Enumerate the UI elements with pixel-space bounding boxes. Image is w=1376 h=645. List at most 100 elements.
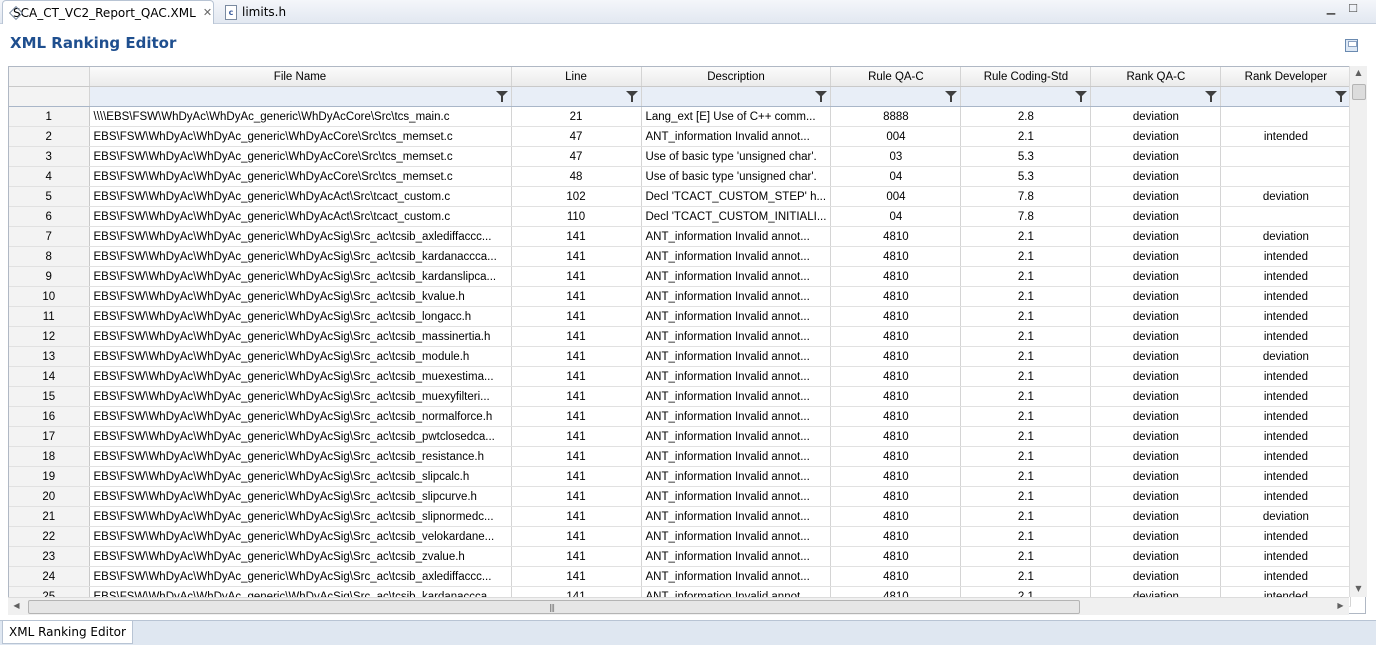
table-cell[interactable]: ANT_information Invalid annot... [641, 346, 832, 367]
table-cell[interactable]: 110 [511, 206, 642, 227]
table-cell[interactable]: 141 [511, 486, 642, 507]
table-cell[interactable]: 141 [511, 306, 642, 327]
table-cell[interactable]: 2.1 [960, 566, 1092, 587]
table-cell[interactable]: ANT_information Invalid annot... [641, 286, 832, 307]
scroll-left-icon[interactable]: ◀ [8, 601, 25, 610]
table-cell[interactable]: ANT_information Invalid annot... [641, 266, 832, 287]
table-cell[interactable]: 4810 [830, 326, 962, 347]
table-cell[interactable]: EBS\FSW\WhDyAc\WhDyAc_generic\WhDyAcSig\… [89, 246, 512, 267]
tab-xml-ranking-editor[interactable]: XML Ranking Editor [2, 621, 133, 644]
table-cell[interactable]: 5.3 [960, 146, 1092, 167]
table-cell[interactable]: 4810 [830, 446, 962, 467]
table-cell[interactable]: 2.1 [960, 366, 1092, 387]
table-cell[interactable]: 2.1 [960, 266, 1092, 287]
table-cell[interactable]: ANT_information Invalid annot... [641, 566, 832, 587]
row-number[interactable]: 19 [9, 466, 90, 487]
table-row[interactable]: 17 EBS\FSW\WhDyAc\WhDyAc_generic\WhDyAcSi… [9, 426, 1352, 447]
horizontal-scrollbar[interactable]: ◀ ||| ▶ [8, 597, 1349, 615]
tab-sca-report[interactable]: SCA_CT_VC2_Report_QAC.XML ✕ [2, 0, 214, 24]
tab-limits-h[interactable]: c limits.h [218, 0, 298, 23]
table-cell[interactable]: EBS\FSW\WhDyAc\WhDyAc_generic\WhDyAcAct\… [89, 186, 512, 207]
row-number[interactable]: 21 [9, 506, 90, 527]
table-cell[interactable]: 4810 [830, 286, 962, 307]
column-header[interactable]: Description [641, 67, 832, 87]
table-cell[interactable]: Use of basic type 'unsigned char'. [641, 146, 832, 167]
table-cell[interactable]: 2.1 [960, 306, 1092, 327]
table-cell[interactable]: EBS\FSW\WhDyAc\WhDyAc_generic\WhDyAcCore… [89, 146, 512, 167]
table-cell[interactable]: 4810 [830, 546, 962, 567]
table-cell[interactable]: EBS\FSW\WhDyAc\WhDyAc_generic\WhDyAcSig\… [89, 406, 512, 427]
column-header[interactable]: Rank Developer [1220, 67, 1352, 87]
table-cell[interactable]: ANT_information Invalid annot... [641, 426, 832, 447]
row-number[interactable]: 12 [9, 326, 90, 347]
table-cell[interactable]: 4810 [830, 406, 962, 427]
table-cell[interactable]: deviation [1090, 446, 1222, 467]
filter-icon[interactable] [1335, 91, 1348, 102]
table-cell[interactable]: 004 [830, 186, 962, 207]
table-row[interactable]: 16 EBS\FSW\WhDyAc\WhDyAc_generic\WhDyAcSi… [9, 406, 1352, 427]
table-cell[interactable]: ANT_information Invalid annot... [641, 546, 832, 567]
table-cell[interactable]: deviation [1090, 146, 1222, 167]
table-cell[interactable]: ANT_information Invalid annot... [641, 366, 832, 387]
table-cell[interactable]: EBS\FSW\WhDyAc\WhDyAc_generic\WhDyAcSig\… [89, 266, 512, 287]
table-cell[interactable]: 4810 [830, 246, 962, 267]
table-row[interactable]: 14 EBS\FSW\WhDyAc\WhDyAc_generic\WhDyAcSi… [9, 366, 1352, 387]
row-number[interactable]: 2 [9, 126, 90, 147]
table-cell[interactable]: deviation [1090, 566, 1222, 587]
filter-cell[interactable] [641, 86, 832, 107]
table-cell[interactable]: intended [1220, 486, 1352, 507]
table-cell[interactable]: 04 [830, 206, 962, 227]
table-cell[interactable]: EBS\FSW\WhDyAc\WhDyAc_generic\WhDyAcSig\… [89, 526, 512, 547]
row-number[interactable]: 15 [9, 386, 90, 407]
table-cell[interactable]: ANT_information Invalid annot... [641, 506, 832, 527]
table-cell[interactable]: intended [1220, 326, 1352, 347]
filter-cell[interactable] [89, 86, 512, 107]
table-cell[interactable]: 7.8 [960, 206, 1092, 227]
maximize-icon[interactable]: ☐ [1346, 3, 1360, 15]
filter-cell[interactable] [1090, 86, 1222, 107]
table-cell[interactable]: Use of basic type 'unsigned char'. [641, 166, 832, 187]
table-cell[interactable]: deviation [1090, 246, 1222, 267]
table-cell[interactable]: deviation [1220, 186, 1352, 207]
filter-icon[interactable] [625, 91, 638, 102]
filter-cell[interactable] [830, 86, 962, 107]
table-cell[interactable]: 141 [511, 546, 642, 567]
table-cell[interactable]: EBS\FSW\WhDyAc\WhDyAc_generic\WhDyAcSig\… [89, 366, 512, 387]
table-row[interactable]: 15 EBS\FSW\WhDyAc\WhDyAc_generic\WhDyAcSi… [9, 386, 1352, 407]
table-cell[interactable]: 141 [511, 446, 642, 467]
table-cell[interactable]: EBS\FSW\WhDyAc\WhDyAc_generic\WhDyAcSig\… [89, 346, 512, 367]
table-cell[interactable]: deviation [1090, 526, 1222, 547]
table-cell[interactable]: deviation [1220, 346, 1352, 367]
column-header[interactable]: File Name [89, 67, 512, 87]
table-cell[interactable]: deviation [1090, 426, 1222, 447]
column-header[interactable]: Rule QA-C [830, 67, 962, 87]
table-row[interactable]: 24 EBS\FSW\WhDyAc\WhDyAc_generic\WhDyAcSi… [9, 566, 1352, 587]
table-cell[interactable]: 141 [511, 466, 642, 487]
table-cell[interactable]: EBS\FSW\WhDyAc\WhDyAc_generic\WhDyAcSig\… [89, 426, 512, 447]
table-cell[interactable]: EBS\FSW\WhDyAc\WhDyAc_generic\WhDyAcSig\… [89, 566, 512, 587]
table-cell[interactable]: EBS\FSW\WhDyAc\WhDyAc_generic\WhDyAcSig\… [89, 286, 512, 307]
table-cell[interactable]: 2.1 [960, 346, 1092, 367]
table-cell[interactable]: 4810 [830, 466, 962, 487]
table-row[interactable]: 3 EBS\FSW\WhDyAc\WhDyAc_generic\WhDyAcCor… [9, 146, 1352, 167]
table-cell[interactable] [1220, 106, 1352, 127]
table-row[interactable]: 11 EBS\FSW\WhDyAc\WhDyAc_generic\WhDyAcSi… [9, 306, 1352, 327]
table-cell[interactable]: intended [1220, 246, 1352, 267]
table-cell[interactable]: EBS\FSW\WhDyAc\WhDyAc_generic\WhDyAcSig\… [89, 326, 512, 347]
table-cell[interactable]: 2.1 [960, 426, 1092, 447]
table-row[interactable]: 10 EBS\FSW\WhDyAc\WhDyAc_generic\WhDyAcSi… [9, 286, 1352, 307]
table-cell[interactable]: EBS\FSW\WhDyAc\WhDyAc_generic\WhDyAcSig\… [89, 546, 512, 567]
close-icon[interactable]: ✕ [203, 6, 212, 19]
table-cell[interactable]: 2.1 [960, 506, 1092, 527]
minimize-icon[interactable]: ▁ [1324, 3, 1338, 15]
table-cell[interactable]: 4810 [830, 426, 962, 447]
table-cell[interactable]: 2.1 [960, 546, 1092, 567]
row-number[interactable]: 10 [9, 286, 90, 307]
table-cell[interactable]: ANT_information Invalid annot... [641, 226, 832, 247]
table-cell[interactable] [1220, 206, 1352, 227]
column-header[interactable]: Line [511, 67, 642, 87]
table-cell[interactable]: intended [1220, 286, 1352, 307]
table-cell[interactable]: 2.1 [960, 386, 1092, 407]
table-cell[interactable]: deviation [1220, 226, 1352, 247]
table-cell[interactable]: EBS\FSW\WhDyAc\WhDyAc_generic\WhDyAcSig\… [89, 226, 512, 247]
